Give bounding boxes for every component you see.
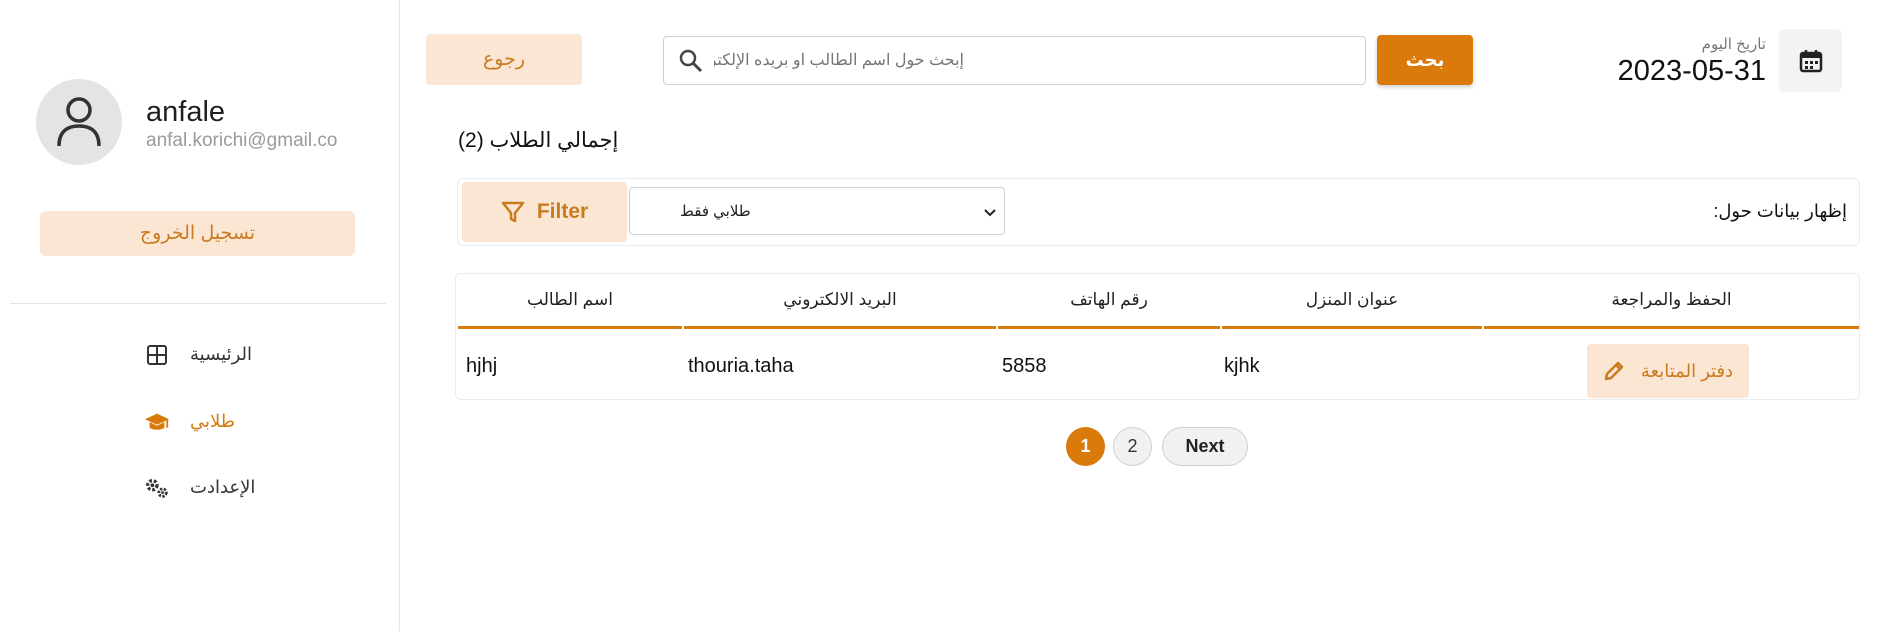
cell-name: hjhj <box>466 354 498 377</box>
follow-up-book-button[interactable]: دفتر المتابعة <box>1587 344 1749 398</box>
date-value: 2023-05-31 <box>1617 55 1766 87</box>
column-header-phone: رقم الهاتف <box>998 274 1220 329</box>
students-table: اسم الطالب البريد الالكتروني رقم الهاتف … <box>455 273 1860 400</box>
chevron-down-icon <box>982 204 998 220</box>
page-1-button[interactable]: 1 <box>1066 427 1105 466</box>
sidebar-item-label: الرئيسية <box>190 344 252 364</box>
column-header-review: الحفظ والمراجعة <box>1484 274 1859 329</box>
funnel-icon <box>501 201 525 223</box>
page-2-button[interactable]: 2 <box>1113 427 1152 466</box>
sidebar: anfale anfal.korichi@gmail.co تسجيل الخر… <box>0 0 400 631</box>
filter-button-label: Filter <box>536 200 589 223</box>
user-email: anfal.korichi@gmail.co <box>146 130 338 151</box>
search-input[interactable] <box>714 45 1344 77</box>
user-icon <box>57 97 101 147</box>
follow-up-book-label: دفتر المتابعة <box>1640 360 1734 381</box>
calendar-button[interactable] <box>1779 29 1842 92</box>
back-button[interactable]: رجوع <box>426 34 582 85</box>
grid-icon <box>144 342 170 368</box>
sidebar-item-label: الإعدادت <box>190 477 256 497</box>
logout-button[interactable]: تسجيل الخروج <box>40 211 355 256</box>
cell-email: thouria.taha <box>688 354 794 377</box>
avatar[interactable] <box>36 79 122 165</box>
cell-phone: 5858 <box>1002 354 1047 377</box>
graduation-cap-icon <box>144 409 170 435</box>
search-button[interactable]: بحث <box>1377 35 1473 85</box>
next-page-button[interactable]: Next <box>1162 427 1248 466</box>
gears-icon <box>144 475 170 501</box>
column-header-email: البريد الالكتروني <box>684 274 996 329</box>
filter-select[interactable]: طلابي فقط <box>629 187 1005 235</box>
calendar-icon <box>1799 49 1822 72</box>
date-label: تاريخ اليوم <box>1701 36 1766 53</box>
students-total: إجمالي الطلاب (2) <box>458 129 619 152</box>
pencil-icon <box>1604 361 1624 381</box>
filter-bar: Filter طلابي فقط إظهار بيانات حول: <box>457 178 1860 246</box>
user-name: anfale <box>146 96 226 128</box>
show-data-label: إظهار بيانات حول: <box>1713 201 1847 221</box>
filter-select-value: طلابي فقط <box>680 203 751 220</box>
sidebar-item-home[interactable]: الرئيسية <box>0 334 400 374</box>
sidebar-item-settings[interactable]: الإعدادت <box>0 467 400 507</box>
search-box[interactable] <box>663 36 1366 85</box>
filter-button[interactable]: Filter <box>462 182 627 242</box>
search-icon <box>678 48 704 74</box>
column-header-address: عنوان المنزل <box>1222 274 1482 329</box>
cell-address: kjhk <box>1224 354 1260 377</box>
sidebar-divider <box>10 303 386 304</box>
sidebar-item-students[interactable]: طلابي <box>0 401 400 441</box>
column-header-name: اسم الطالب <box>458 274 682 329</box>
sidebar-item-label: طلابي <box>190 411 236 431</box>
